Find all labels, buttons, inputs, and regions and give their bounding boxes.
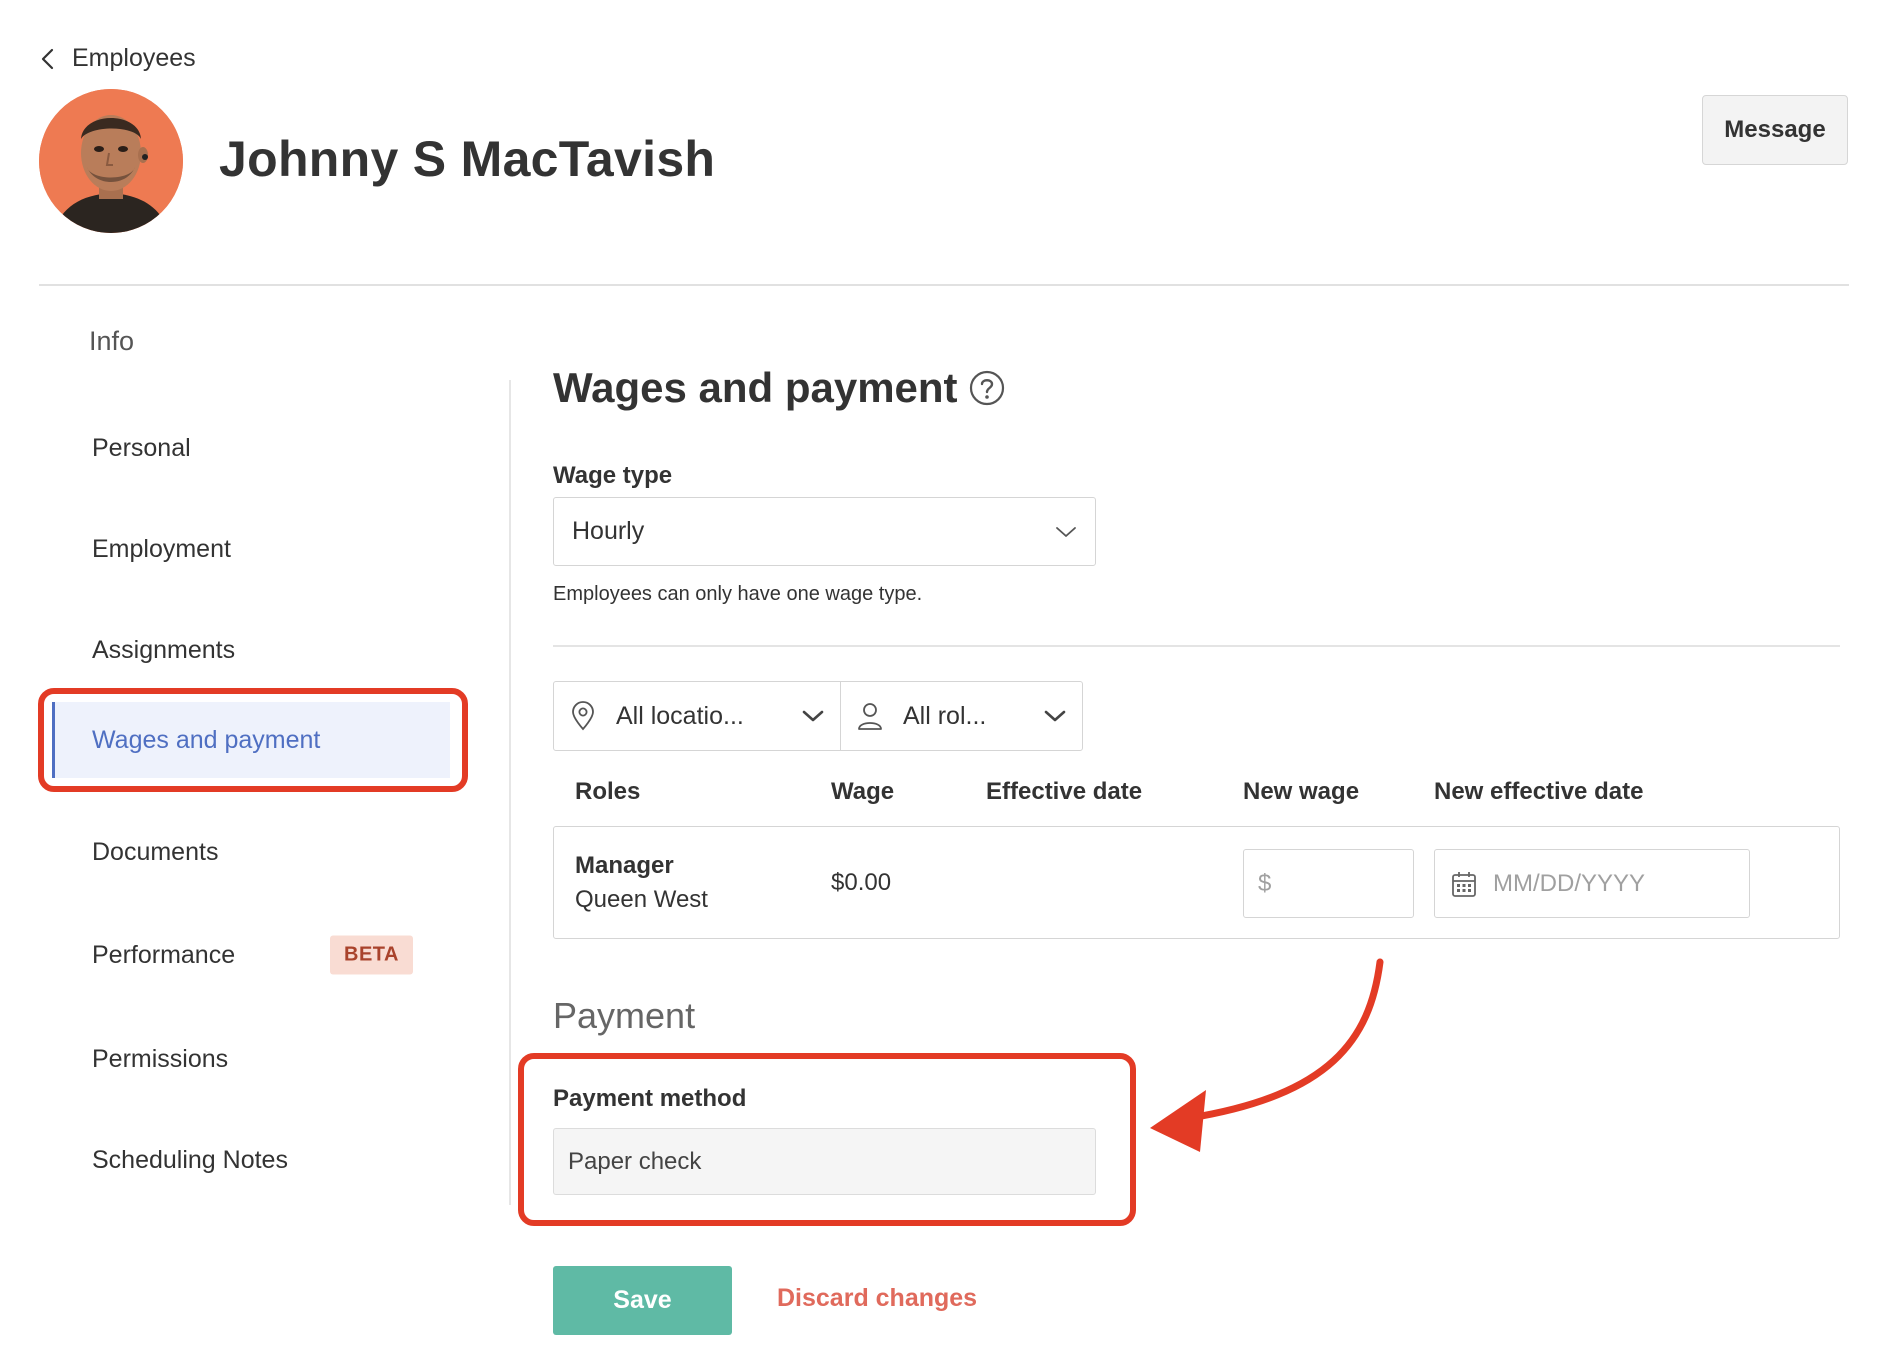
help-icon[interactable] (968, 369, 1006, 407)
currency-prefix: $ (1258, 869, 1272, 897)
sidebar-item-label: Assignments (92, 635, 236, 664)
column-header-wage: Wage (831, 778, 895, 805)
chevron-left-icon (41, 48, 54, 69)
location-filter-dropdown[interactable]: All locatio... (553, 681, 841, 751)
sidebar-item-label: Scheduling Notes (92, 1145, 288, 1174)
sidebar-item-wages-and-payment[interactable]: Wages and payment (52, 702, 450, 778)
beta-badge: BETA (330, 935, 413, 975)
column-header-new-wage: New wage (1243, 778, 1360, 805)
sidebar-item-scheduling-notes[interactable]: Scheduling Notes (52, 1122, 450, 1198)
payment-method-value: Paper check (568, 1147, 702, 1175)
sidebar-item-permissions[interactable]: Permissions (52, 1021, 450, 1097)
content-divider (553, 645, 1840, 647)
sidebar-item-label: Personal (92, 433, 191, 462)
role-filter-label: All rol... (903, 701, 987, 730)
role-name: Manager (575, 852, 674, 879)
sidebar-item-personal[interactable]: Personal (52, 410, 450, 486)
role-filter-dropdown[interactable]: All rol... (840, 681, 1083, 751)
avatar-portrait (39, 89, 183, 233)
message-button[interactable]: Message (1702, 95, 1848, 165)
wage-type-helper: Employees can only have one wage type. (553, 583, 923, 605)
column-header-roles: Roles (575, 778, 641, 805)
new-effective-date-input[interactable] (1493, 869, 1749, 898)
payment-method-field[interactable]: Paper check (553, 1128, 1096, 1195)
sidebar-item-performance[interactable]: Performance BETA (52, 917, 450, 993)
column-header-effective-date: Effective date (986, 778, 1143, 805)
sidebar-item-assignments[interactable]: Assignments (52, 612, 450, 688)
location-pin-icon (572, 701, 594, 731)
annotation-arrow (1150, 958, 1384, 1152)
discard-changes-link[interactable]: Discard changes (777, 1284, 977, 1313)
employee-profile-page: Employees Johnny S MacTavish Message Inf… (0, 0, 1882, 1366)
avatar (39, 89, 183, 233)
role-location: Queen West (575, 886, 708, 913)
back-to-employees-link[interactable]: Employees (40, 44, 196, 73)
sidebar-item-documents[interactable]: Documents (52, 814, 450, 890)
wage-type-value: Hourly (572, 517, 645, 545)
payment-heading: Payment (553, 995, 696, 1036)
chevron-down-icon (802, 710, 824, 722)
new-wage-input[interactable] (1277, 869, 1413, 898)
sidebar-item-label: Permissions (92, 1044, 229, 1073)
new-effective-date-wrapper (1434, 849, 1750, 918)
calendar-icon (1452, 871, 1476, 897)
sidebar-divider (509, 380, 511, 1205)
chevron-down-icon (1044, 710, 1066, 722)
wage-type-label: Wage type (553, 462, 673, 489)
section-title: Wages and payment (553, 364, 1006, 412)
user-icon (858, 703, 882, 730)
save-button[interactable]: Save (553, 1266, 732, 1335)
sidebar-item-label: Wages and payment (92, 725, 321, 754)
sidebar-item-employment[interactable]: Employment (52, 511, 450, 587)
sidebar-item-label: Employment (92, 534, 231, 563)
new-wage-input-wrapper: $ (1243, 849, 1414, 918)
header-divider (39, 284, 1849, 286)
location-filter-label: All locatio... (616, 701, 744, 730)
section-title-text: Wages and payment (553, 364, 958, 411)
sidebar-heading: Info (89, 326, 135, 356)
column-header-new-effective-date: New effective date (1434, 778, 1644, 805)
current-wage: $0.00 (831, 869, 892, 896)
payment-method-label: Payment method (553, 1085, 747, 1112)
wage-type-select[interactable]: Hourly (553, 497, 1096, 566)
chevron-down-icon (1056, 526, 1076, 537)
sidebar-item-label: Performance (92, 940, 236, 969)
back-link-label: Employees (72, 44, 196, 72)
sidebar-item-label: Documents (92, 837, 219, 866)
employee-name: Johnny S MacTavish (219, 131, 716, 187)
